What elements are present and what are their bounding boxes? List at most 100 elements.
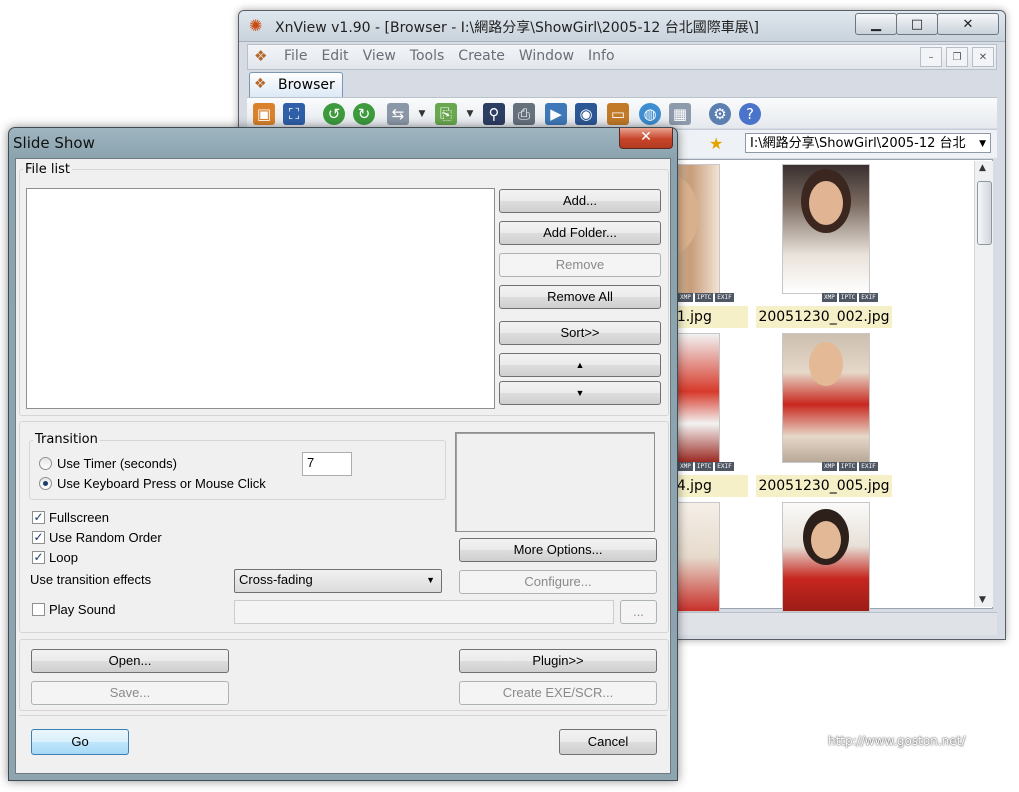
scroll-down-icon[interactable]: ▼ xyxy=(979,595,986,605)
dialog-title: Slide Show xyxy=(13,134,95,152)
use-timer-label[interactable]: Use Timer (seconds) xyxy=(57,456,177,471)
transition-effect-select[interactable]: Cross-fading ▼ xyxy=(234,569,442,593)
xnview-window-title: XnView v1.90 - [Browser - I:\網路分享\ShowGi… xyxy=(275,20,759,36)
capture-icon[interactable]: ◉ xyxy=(575,103,597,125)
use-timer-radio[interactable] xyxy=(39,457,52,470)
close-button[interactable]: ✕ xyxy=(937,13,999,35)
web-globe-icon[interactable]: ◍ xyxy=(639,103,661,125)
go-button[interactable]: Go xyxy=(31,729,129,755)
slideshow-dialog: Slide Show ✕ File list Add... Add Folder… xyxy=(8,127,678,781)
xnview-logo-icon: ✺ xyxy=(249,16,263,35)
use-keyboard-label[interactable]: Use Keyboard Press or Mouse Click xyxy=(57,476,266,491)
browser-tree-icon: ❖ xyxy=(254,76,267,92)
favorites-star-icon[interactable]: ★ xyxy=(709,134,723,153)
cancel-button[interactable]: Cancel xyxy=(559,729,657,755)
fullscreen-label[interactable]: Fullscreen xyxy=(49,510,109,525)
file-listbox[interactable] xyxy=(26,188,495,409)
address-dropdown-icon[interactable]: ▼ xyxy=(979,134,986,152)
scroll-up-icon[interactable]: ▲ xyxy=(979,163,986,173)
remove-all-button[interactable]: Remove All xyxy=(499,285,661,309)
random-order-checkbox[interactable]: ✓ xyxy=(32,531,45,544)
dialog-body: File list Add... Add Folder... Remove Re… xyxy=(15,158,671,774)
menu-tools[interactable]: Tools xyxy=(410,48,445,64)
thumbnail-image[interactable] xyxy=(782,164,870,294)
thumbnail-filename[interactable]: 20051230_002.jpg xyxy=(756,306,892,328)
xnview-titlebar[interactable]: ✺ XnView v1.90 - [Browser - I:\網路分享\Show… xyxy=(239,11,1005,42)
timer-seconds-input[interactable]: 7 xyxy=(302,452,352,476)
menu-view[interactable]: View xyxy=(363,48,396,64)
thumbnail-filename[interactable]: 20051230_005.jpg xyxy=(756,475,892,497)
convert-icon[interactable]: ⇆ xyxy=(387,103,409,125)
screen-icon[interactable]: ▭ xyxy=(607,103,629,125)
rotate-right-icon[interactable]: ↻ xyxy=(353,103,375,125)
convert-dropdown-icon[interactable]: ▼ xyxy=(411,103,433,125)
copy-dropdown-icon[interactable]: ▼ xyxy=(459,103,481,125)
add-folder-button[interactable]: Add Folder... xyxy=(499,221,661,245)
vertical-scrollbar[interactable]: ▲ ▼ xyxy=(974,161,993,607)
metadata-badges: XMP IPTC EXIF xyxy=(678,293,734,302)
menu-edit[interactable]: Edit xyxy=(321,48,348,64)
rotate-left-icon[interactable]: ↺ xyxy=(323,103,345,125)
mdi-minimize-button[interactable]: – xyxy=(920,47,942,67)
browse-sound-button[interactable]: ... xyxy=(620,600,657,624)
divider xyxy=(19,715,667,716)
sort-button[interactable]: Sort>> xyxy=(499,321,661,345)
transition-effects-label: Use transition effects xyxy=(30,572,152,587)
window-controls: ▁ □ ✕ xyxy=(855,13,999,35)
copy-to-icon[interactable]: ⎘ xyxy=(435,103,457,125)
save-button[interactable]: Save... xyxy=(31,681,229,705)
find-binoculars-icon[interactable]: ⚲ xyxy=(483,103,505,125)
thumbnail-image[interactable] xyxy=(782,333,870,463)
menu-file[interactable]: File xyxy=(284,48,307,64)
play-sound-checkbox[interactable] xyxy=(32,603,45,616)
open-button[interactable]: Open... xyxy=(31,649,229,673)
loop-label[interactable]: Loop xyxy=(49,550,78,565)
scroll-thumb[interactable] xyxy=(977,181,992,245)
contact-sheet-icon[interactable]: ▦ xyxy=(669,103,691,125)
menu-bar: ❖ File Edit View Tools Create Window Inf… xyxy=(247,44,997,70)
play-sound-label[interactable]: Play Sound xyxy=(49,602,116,617)
menu-info[interactable]: Info xyxy=(588,48,615,64)
file-list-label: File list xyxy=(23,162,72,177)
thumbnail-image[interactable] xyxy=(782,502,870,612)
document-tree-icon: ❖ xyxy=(254,47,268,65)
add-button[interactable]: Add... xyxy=(499,189,661,213)
slideshow-icon[interactable]: ▶ xyxy=(545,103,567,125)
more-options-button[interactable]: More Options... xyxy=(459,538,657,562)
tab-browser-label: Browser xyxy=(278,77,335,93)
print-icon[interactable]: ⎙ xyxy=(513,103,535,125)
watermark-url: http://www.goston.net/ xyxy=(828,734,966,748)
plugin-button[interactable]: Plugin>> xyxy=(459,649,657,673)
remove-button[interactable]: Remove xyxy=(499,253,661,277)
transition-effect-value: Cross-fading xyxy=(239,572,313,587)
mdi-controls: – ❐ ✕ xyxy=(916,47,994,67)
random-order-label[interactable]: Use Random Order xyxy=(49,530,162,545)
mdi-restore-button[interactable]: ❐ xyxy=(946,47,968,67)
dialog-close-button[interactable]: ✕ xyxy=(619,128,673,149)
configure-button[interactable]: Configure... xyxy=(459,570,657,594)
fullscreen-checkbox[interactable]: ✓ xyxy=(32,511,45,524)
minimize-button[interactable]: ▁ xyxy=(855,13,897,35)
menu-create[interactable]: Create xyxy=(458,48,505,64)
view-image-icon[interactable]: ▣ xyxy=(253,103,275,125)
create-exe-button[interactable]: Create EXE/SCR... xyxy=(459,681,657,705)
fullscreen-icon[interactable]: ⛶ xyxy=(283,103,305,125)
metadata-badges: XMP IPTC EXIF xyxy=(822,462,878,471)
move-up-button[interactable]: ▲ xyxy=(499,353,661,377)
loop-checkbox[interactable]: ✓ xyxy=(32,551,45,564)
transition-label: Transition xyxy=(33,432,100,447)
main-toolbar: ▣ ⛶ ↺ ↻ ⇆ ▼ ⎘ ▼ ⚲ ⎙ ▶ ◉ ▭ ◍ ▦ ⚙ ? xyxy=(247,97,997,128)
help-icon[interactable]: ? xyxy=(739,103,761,125)
sound-file-input[interactable] xyxy=(234,600,614,624)
mdi-close-button[interactable]: ✕ xyxy=(972,47,994,67)
tab-browser[interactable]: ❖ Browser xyxy=(249,72,343,97)
chevron-down-icon: ▼ xyxy=(426,575,435,585)
menu-window[interactable]: Window xyxy=(519,48,574,64)
use-keyboard-radio[interactable] xyxy=(39,477,52,490)
move-down-button[interactable]: ▼ xyxy=(499,381,661,405)
metadata-badges: XMP IPTC EXIF xyxy=(822,293,878,302)
address-path: I:\網路分享\ShowGirl\2005-12 台北 xyxy=(750,136,966,151)
address-combo[interactable]: I:\網路分享\ShowGirl\2005-12 台北 ▼ xyxy=(745,133,991,153)
settings-gear-icon[interactable]: ⚙ xyxy=(709,103,731,125)
maximize-button[interactable]: □ xyxy=(896,13,938,35)
